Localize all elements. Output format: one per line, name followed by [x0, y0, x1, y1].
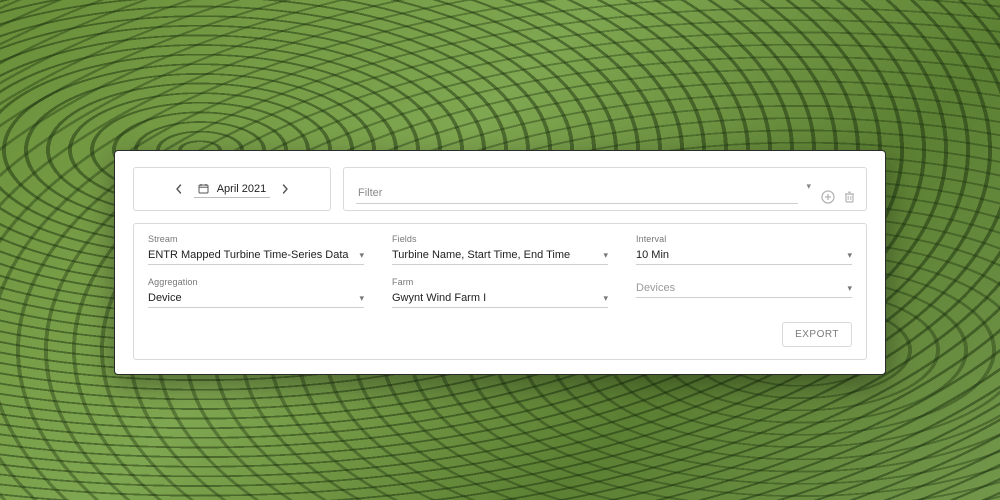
field-value: Device — [148, 292, 182, 304]
form-box: Stream ENTR Mapped Turbine Time-Series D… — [133, 223, 867, 360]
form-row-2: Aggregation Device ▾ Farm Gwynt Wind Far… — [148, 277, 852, 308]
field-value: Gwynt Wind Farm I — [392, 292, 486, 304]
field-label: Farm — [392, 277, 608, 287]
calendar-icon — [198, 183, 209, 194]
form-row-1: Stream ENTR Mapped Turbine Time-Series D… — [148, 234, 852, 265]
filter-input[interactable] — [356, 183, 798, 204]
filter-box: ▾ — [343, 167, 867, 211]
date-range-box: April 2021 — [133, 167, 331, 211]
chevron-down-icon: ▾ — [841, 250, 852, 261]
top-row: April 2021 ▾ — [133, 167, 867, 211]
field-farm[interactable]: Farm Gwynt Wind Farm I ▾ — [392, 277, 608, 308]
chevron-down-icon: ▾ — [353, 250, 364, 261]
field-stream[interactable]: Stream ENTR Mapped Turbine Time-Series D… — [148, 234, 364, 265]
actions-row: EXPORT — [148, 322, 852, 347]
chevron-right-icon[interactable] — [280, 184, 290, 194]
trash-icon[interactable] — [843, 190, 856, 204]
field-value: Devices — [636, 282, 675, 294]
field-interval[interactable]: Interval 10 Min ▾ — [636, 234, 852, 265]
date-display[interactable]: April 2021 — [194, 181, 271, 198]
field-label: Fields — [392, 234, 608, 244]
chevron-down-icon[interactable]: ▾ — [806, 181, 811, 192]
field-devices[interactable]: Devices ▾ — [636, 277, 852, 308]
chevron-down-icon: ▾ — [597, 250, 608, 261]
date-label: April 2021 — [217, 183, 267, 195]
chevron-left-icon[interactable] — [174, 184, 184, 194]
field-aggregation[interactable]: Aggregation Device ▾ — [148, 277, 364, 308]
field-label: Stream — [148, 234, 364, 244]
field-value: ENTR Mapped Turbine Time-Series Data — [148, 249, 349, 261]
query-panel: April 2021 ▾ Stream ENTR Mapped Turbine … — [114, 150, 886, 375]
chevron-down-icon: ▾ — [353, 293, 364, 304]
field-value: 10 Min — [636, 249, 669, 261]
export-button[interactable]: EXPORT — [782, 322, 852, 347]
field-fields[interactable]: Fields Turbine Name, Start Time, End Tim… — [392, 234, 608, 265]
add-filter-icon[interactable] — [821, 190, 835, 204]
field-label: Aggregation — [148, 277, 364, 287]
field-label: Interval — [636, 234, 852, 244]
field-value: Turbine Name, Start Time, End Time — [392, 249, 570, 261]
chevron-down-icon: ▾ — [597, 293, 608, 304]
chevron-down-icon: ▾ — [841, 283, 852, 294]
